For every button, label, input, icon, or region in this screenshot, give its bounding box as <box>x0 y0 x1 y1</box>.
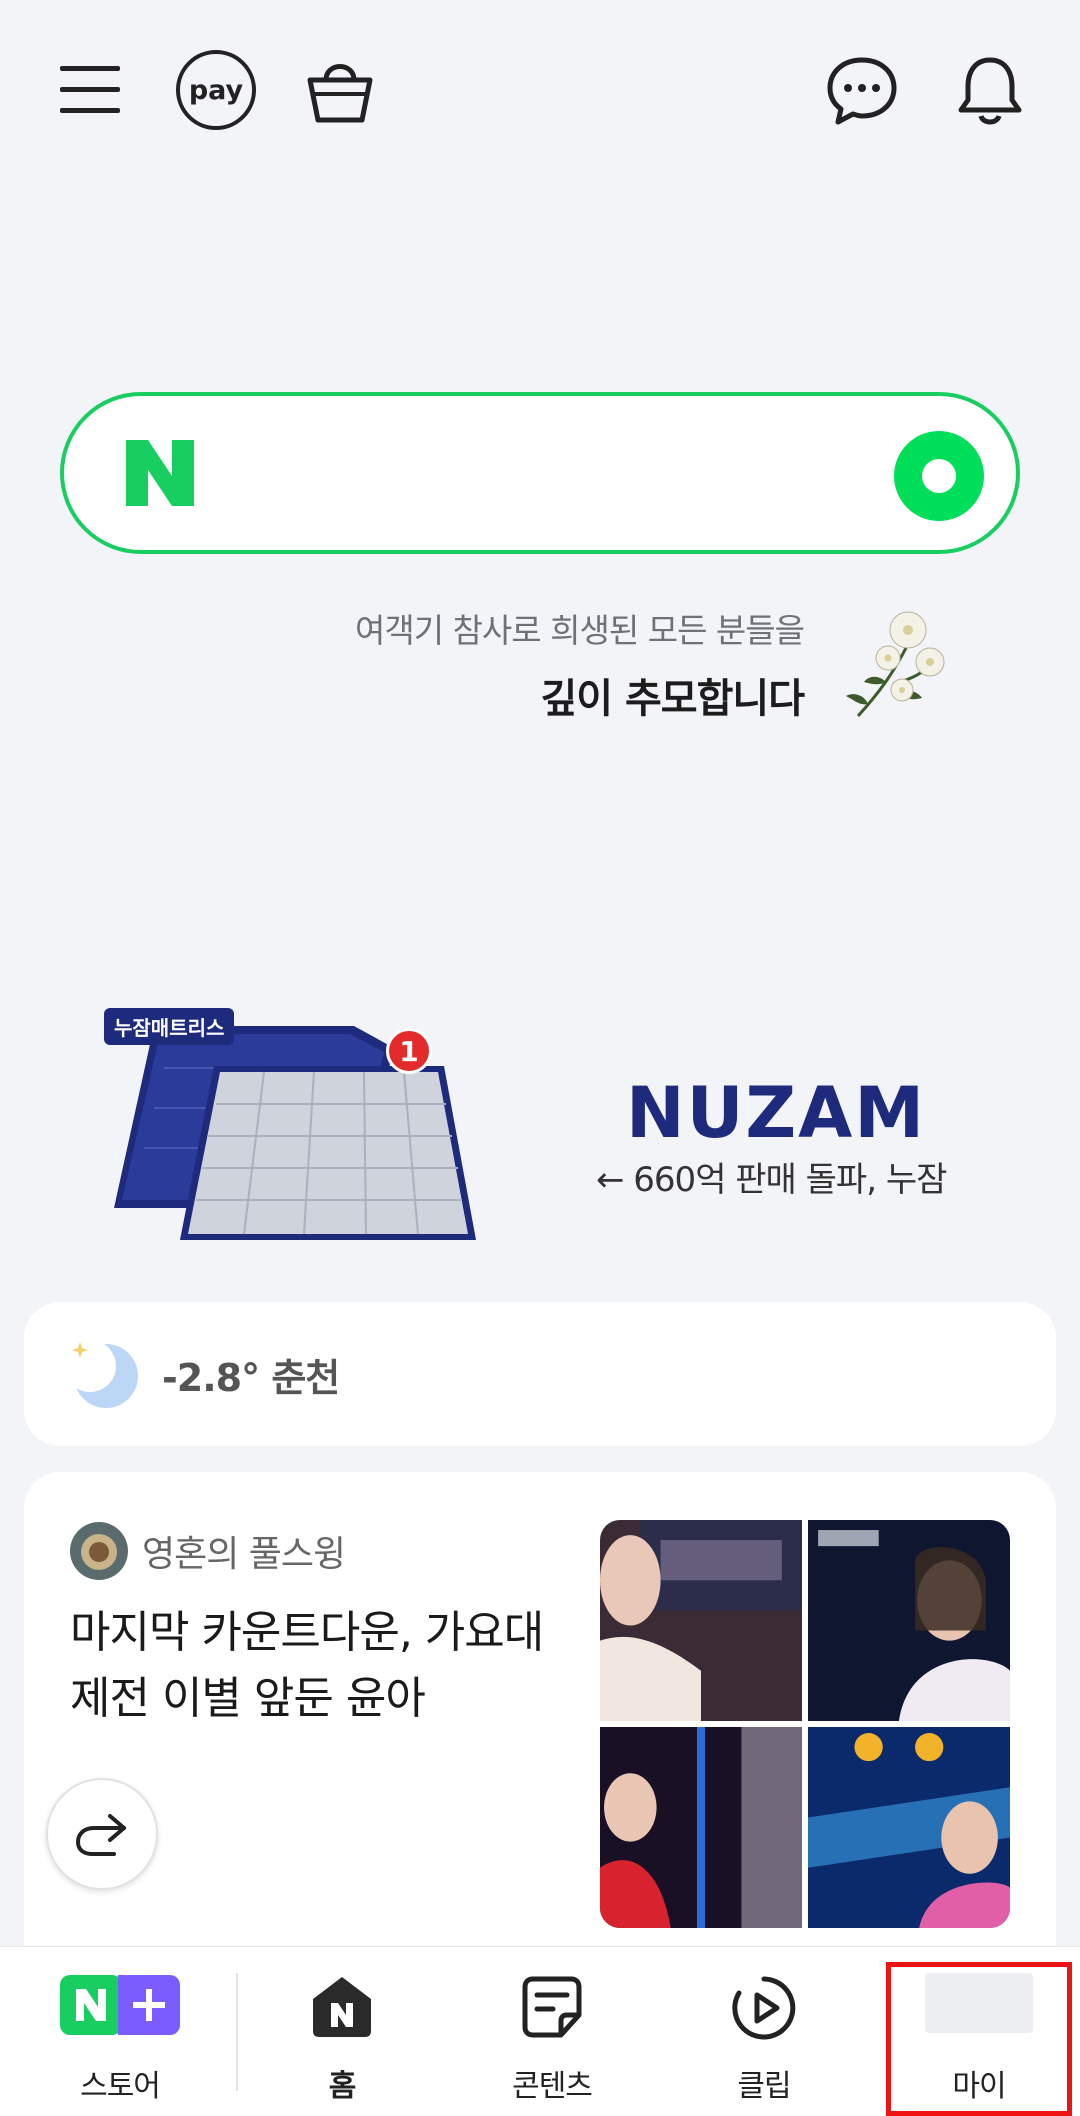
ad-rank-badge: 1 <box>386 1028 432 1074</box>
thumbnail-4 <box>808 1727 1010 1928</box>
nav-label-content: 콘텐츠 <box>512 2069 593 2104</box>
clip-play-icon <box>731 1975 797 2045</box>
ad-tagline: ← 660억 판매 돌파, 누잠 <box>596 1160 947 1200</box>
weather-card[interactable]: -2.8° 춘천 <box>24 1302 1056 1446</box>
thumbnail-2 <box>808 1520 1010 1721</box>
nav-item-clip[interactable]: 클립 <box>664 1947 864 2116</box>
nav-label-home: 홈 <box>328 2069 357 2104</box>
share-button[interactable] <box>46 1778 158 1890</box>
n-home-icon <box>311 1975 373 2043</box>
content-note-icon <box>521 1975 583 2043</box>
ad-brand: NUZAM <box>626 1072 927 1154</box>
card-author[interactable]: 영혼의 풀스윙 <box>70 1522 346 1580</box>
hamburger-menu-icon[interactable] <box>48 48 132 132</box>
nav-divider <box>236 1973 238 2091</box>
memorial-line-2: 깊이 추모합니다 <box>540 676 805 722</box>
memorial-line-1: 여객기 참사로 희생된 모든 분들을 <box>355 611 805 650</box>
lens-dot <box>922 459 956 493</box>
ad-banner[interactable]: 누잠매트리스 1 NUZAM ← 660억 판매 돌파, 누잠 <box>0 990 1080 1280</box>
nav-item-store[interactable]: 스토어 <box>20 1947 220 2116</box>
pay-icon: pay <box>176 50 256 130</box>
weather-text: -2.8° 춘천 <box>162 1355 340 1400</box>
highlight-box <box>886 1962 1072 2116</box>
card-title[interactable]: 마지막 카운트다운, 가요대 제전 이별 앞둔 윤아 <box>70 1600 590 1732</box>
nav-label-clip: 클립 <box>737 2069 791 2104</box>
pay-button[interactable]: pay <box>174 48 258 132</box>
thumbnail-grid[interactable] <box>600 1520 1010 1928</box>
green-lens-icon[interactable] <box>894 431 984 521</box>
share-arrow-icon <box>75 1814 126 1856</box>
thumbnail-3 <box>600 1727 802 1928</box>
search-input[interactable] <box>224 436 844 516</box>
nav-label-store: 스토어 <box>80 2069 161 2104</box>
crescent-moon-icon <box>64 1336 140 1412</box>
card-author-name: 영혼의 풀스윙 <box>142 1534 346 1575</box>
nav-item-content[interactable]: 콘텐츠 <box>452 1947 652 2116</box>
content-card[interactable]: 영혼의 풀스윙 마지막 카운트다운, 가요대 제전 이별 앞둔 윤아 <box>24 1472 1056 1952</box>
search-bar[interactable] <box>60 392 1020 554</box>
nav-item-home[interactable]: 홈 <box>242 1947 442 2116</box>
shopping-bag-icon[interactable] <box>298 48 382 132</box>
chrysanthemum-icon <box>838 604 950 724</box>
chat-bubble-icon[interactable] <box>820 48 904 132</box>
n-plus-store-icon <box>60 1975 180 2041</box>
top-bar: pay <box>0 0 1080 170</box>
pay-label: pay <box>188 74 244 106</box>
memorial-message: 여객기 참사로 희생된 모든 분들을 깊이 추모합니다 <box>355 604 805 724</box>
bell-icon[interactable] <box>948 48 1032 132</box>
thumbnail-1 <box>600 1520 802 1721</box>
avatar <box>70 1522 128 1580</box>
mattress-image: 누잠매트리스 1 <box>104 1008 484 1258</box>
naver-n-logo <box>122 436 198 510</box>
ad-badge: 누잠매트리스 <box>104 1008 235 1045</box>
